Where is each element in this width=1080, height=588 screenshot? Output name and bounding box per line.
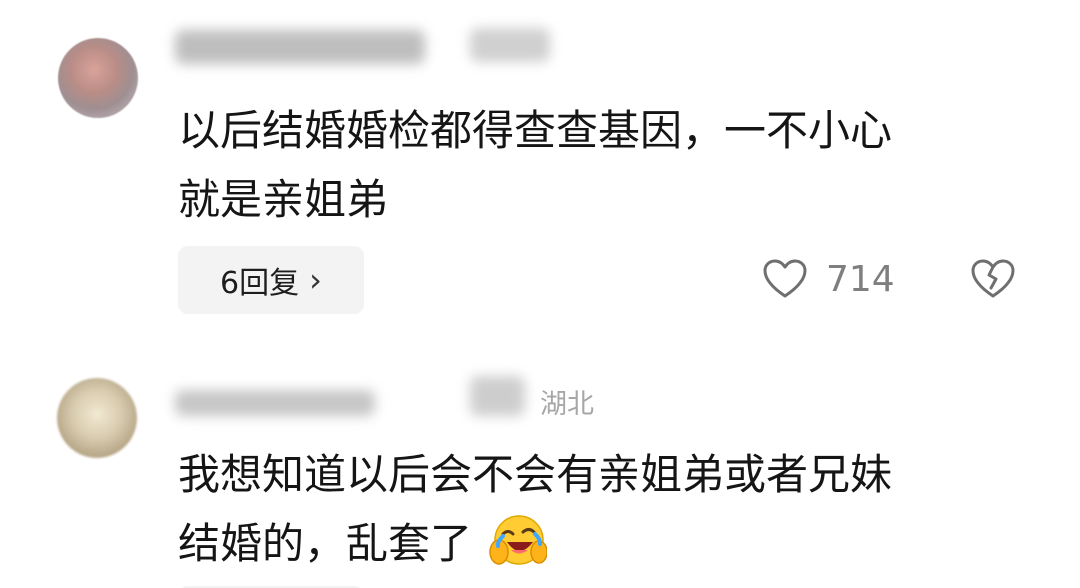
username-blurred (175, 390, 375, 416)
comment-text-line: 以后结婚婚检都得查查基因，一不小心 (178, 106, 893, 155)
like-count: 714 (826, 258, 895, 300)
comment-text-segment: 结婚的，乱套了 (178, 519, 473, 568)
comment-list: 以后结婚婚检都得查查基因，一不小心 就是亲姐弟 6回复 › 714 湖北 我想知… (0, 0, 1080, 588)
comment-text-line-with-emoji: 结婚的，乱套了 (178, 509, 1038, 578)
comment-text-line: 就是亲姐弟 (178, 175, 389, 224)
chevron-right-icon: › (309, 261, 322, 299)
username-blurred-extra (470, 28, 550, 62)
comment-text: 以后结婚婚检都得查查基因，一不小心 就是亲姐弟 (178, 96, 1038, 234)
view-replies-button[interactable]: 6回复 › (178, 246, 364, 314)
username-blurred (175, 30, 425, 64)
avatar[interactable] (57, 378, 137, 458)
username-blurred-extra (470, 376, 525, 416)
laughing-crying-face-icon (489, 515, 548, 565)
comment-text: 我想知道以后会不会有亲姐弟或者兄妹 结婚的，乱套了 (178, 440, 1038, 578)
reply-count-label: 6回复 (220, 266, 300, 301)
comment-text-line: 我想知道以后会不会有亲姐弟或者兄妹 (178, 450, 893, 499)
heart-icon (763, 259, 807, 298)
avatar[interactable] (58, 38, 138, 118)
like-button[interactable]: 714 (762, 254, 895, 304)
broken-heart-icon[interactable] (970, 258, 1016, 300)
location-label: 湖北 (540, 389, 594, 420)
comment-item: 以后结婚婚检都得查查基因，一不小心 就是亲姐弟 6回复 › 714 (0, 0, 1080, 340)
comment-item: 湖北 我想知道以后会不会有亲姐弟或者兄妹 结婚的，乱套了 (0, 340, 1080, 588)
